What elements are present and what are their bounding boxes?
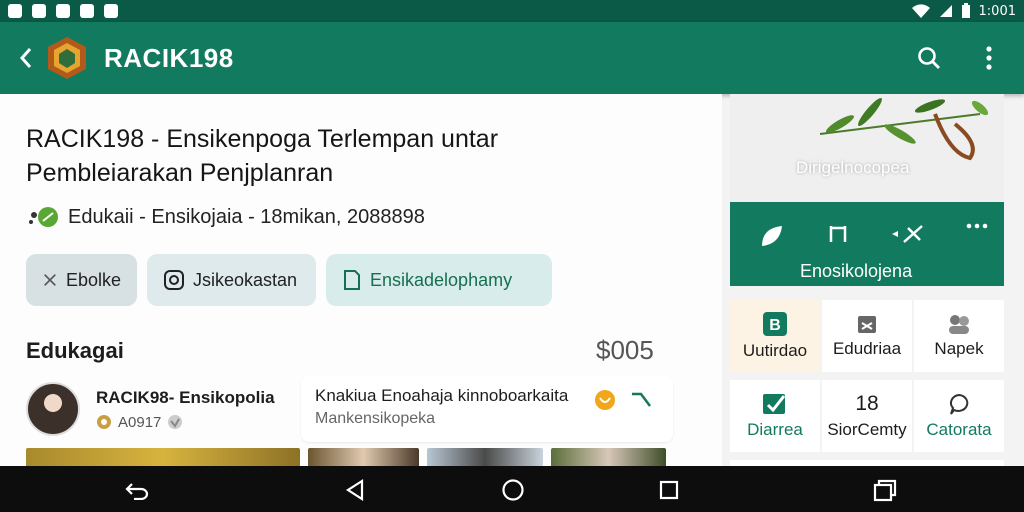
shortcut-label: Edudriaa [832,339,902,358]
app-bar: RACIK198 [0,22,1024,94]
list-item[interactable]: RACIK98- Ensikopolia A0917 Knakiua Enoah… [26,376,674,442]
status-bar: 1:001 [0,0,1024,22]
hero-image[interactable]: Dirigelnocopea [730,94,1004,202]
recent-apps-icon [873,479,897,502]
app-title: RACIK198 [104,42,234,73]
nav-home-button[interactable] [500,477,526,503]
leaf-badge-icon [29,207,58,227]
more-options-button[interactable] [974,43,1004,73]
shortcut-uutirdao[interactable]: B Uutirdao [730,300,820,372]
nav-recents-button[interactable] [656,477,682,503]
chip-label: Ebolke [65,269,121,290]
notification-icon [56,4,70,18]
trend-icon[interactable] [629,388,653,412]
chip-label: Jsikeokastan [193,269,298,290]
post-card[interactable]: Knakiua Enoahaja kinnoboarkaita Mankensi… [301,376,673,442]
chip-label: Ensikadelophamy [370,269,513,290]
document-icon [344,270,360,290]
back-triangle-icon [345,479,364,501]
thumbnail[interactable] [550,448,666,466]
shortcut-grid-row-2: Diarrea 18 SiorCemty Catorata [730,380,1004,452]
shortcut-label: SiorCemty [827,420,907,439]
reward-icon[interactable] [593,388,617,412]
status-time: 1:001 [978,3,1016,19]
leaf-icon[interactable] [758,222,786,250]
avatar [26,382,80,436]
thumbnail-strip [26,448,666,466]
post-sub: A0917 [96,414,291,431]
notification-icon [8,4,22,18]
share-icon[interactable] [826,222,850,246]
chip-ensikadelophamy[interactable]: Ensikadelophamy [326,254,552,306]
shortcut-edudriaa[interactable]: Edudriaa [822,300,912,372]
side-panel: Dirigelnocopea Enosikolojena B Uutirdao … [730,94,1004,466]
post-author: RACIK98- Ensikopolia [96,387,275,407]
main-content: RACIK198 - Ensikenpoga Terlempan untar P… [0,94,722,466]
plant-illustration [819,97,989,161]
nav-triangle-button[interactable] [342,477,368,503]
page-title: RACIK198 - Ensikenpoga Terlempan untar P… [26,125,499,187]
shortcut-value: 18 [855,392,879,415]
wifi-icon [911,4,930,18]
section-title: Edukagai [26,338,124,363]
shortcut-catorata[interactable]: Catorata [914,380,1004,452]
svg-text:B: B [769,317,781,334]
notification-icons [8,4,118,18]
back-nav-icon [125,483,149,500]
notification-icon [80,4,94,18]
checklist-icon [763,394,786,414]
back-icon [19,48,32,68]
thumbnail[interactable] [427,448,543,466]
hero-caption: Dirigelnocopea [796,158,910,177]
section-count: $005 [596,335,654,365]
actions-card: Enosikolojena [730,202,1004,286]
thumbnail[interactable] [26,448,300,466]
search-icon [918,47,940,69]
post-sub-text: A0917 [118,413,162,431]
recents-square-icon [659,480,679,500]
app-logo [48,37,86,79]
thumbnail[interactable] [307,448,420,466]
actions-label: Enosikolojena [800,261,913,281]
back-button[interactable] [12,38,40,78]
shortcut-label: Uutirdao [742,341,808,360]
send-icon[interactable] [890,222,926,246]
nav-back-button[interactable] [124,477,150,503]
battery-icon [961,3,970,18]
home-circle-icon [502,479,524,501]
app-screen: 1:001 RACIK198 RACIK198 - Ensikenpoga Te… [0,0,1024,512]
meta-text: Edukaii - Ensikojaia - 18mikan, 2088898 [68,205,425,228]
notification-icon [104,4,118,18]
medal-icon [97,415,111,429]
search-button[interactable] [914,43,944,73]
bookmark-b-icon: B [763,312,787,336]
system-nav-bar [0,466,1024,512]
signal-icon [939,5,952,17]
tools-icon [44,274,56,286]
notification-icon [32,4,46,18]
chip-group: Ebolke Jsikeokastan Ensikadelophamy [26,254,552,306]
shortcut-diarrea[interactable]: Diarrea [730,380,820,452]
shortcut-grid-row-1: B Uutirdao Edudriaa Napek [730,300,1004,372]
chip-jsikeokastan[interactable]: Jsikeokastan [147,254,316,306]
comment-icon [950,393,969,415]
system-icons: 1:001 [911,3,1016,19]
more-horiz-icon[interactable] [966,222,988,230]
calendar-icon [858,316,876,333]
post-card-sub: Mankensikopeka [315,410,436,427]
article-meta: Edukaii - Ensikojaia - 18mikan, 2088898 [26,205,425,229]
shortcut-siorcemty[interactable]: 18 SiorCemty [822,380,912,452]
shortcut-label: Napek [934,339,984,358]
nav-apps-button[interactable] [872,477,898,503]
more-vert-icon [986,46,992,70]
shortcut-label: Catorata [926,420,992,439]
verified-icon [168,415,183,429]
instagram-icon [164,270,184,290]
people-icon [949,315,969,334]
chip-ebolke[interactable]: Ebolke [26,254,137,306]
shortcut-label: Diarrea [747,420,803,439]
shortcut-napek[interactable]: Napek [914,300,1004,372]
